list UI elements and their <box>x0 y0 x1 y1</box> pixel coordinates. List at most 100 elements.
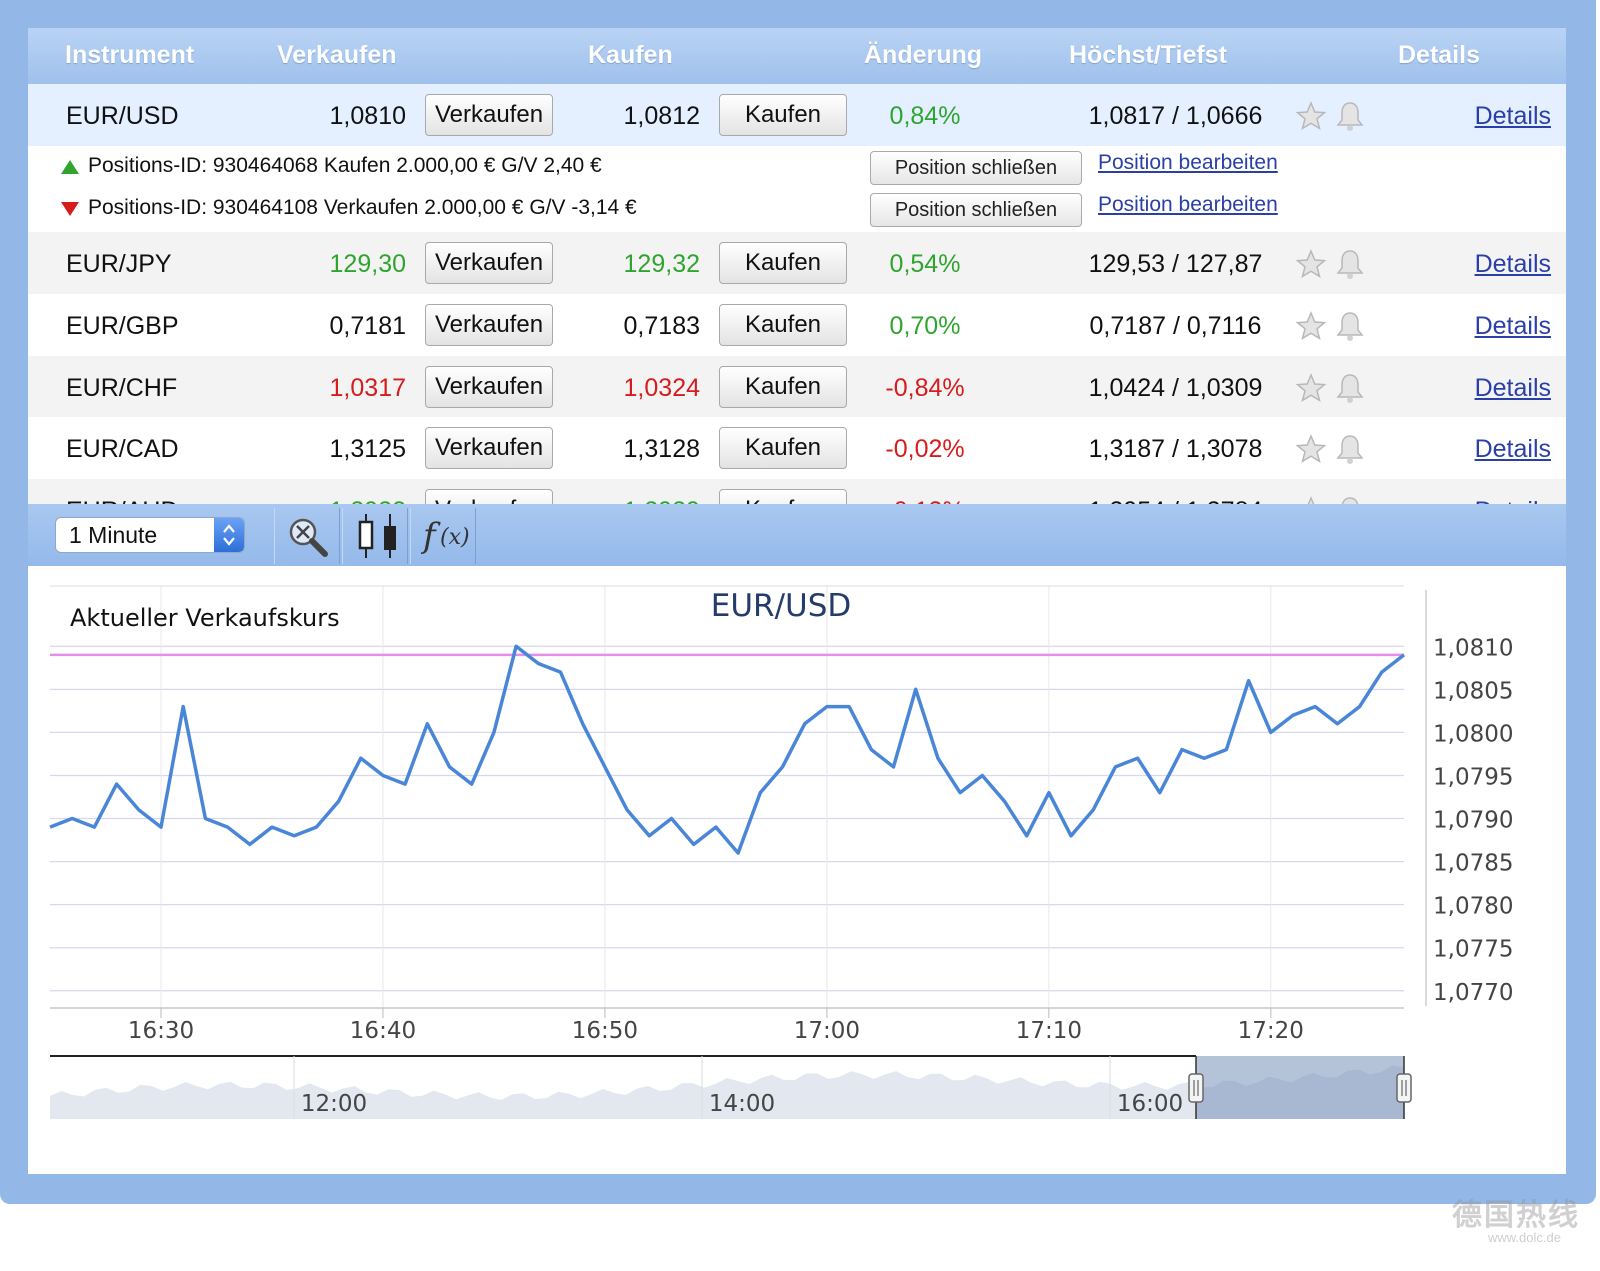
sell-price: 1,0810 <box>329 102 406 130</box>
svg-text:(x): (x) <box>440 525 470 550</box>
star-icon[interactable] <box>1295 433 1327 465</box>
y-tick-label: 1,0780 <box>1433 894 1513 920</box>
instrument-name: EUR/CAD <box>66 435 179 463</box>
details-link[interactable]: Details <box>1475 312 1551 341</box>
star-icon[interactable] <box>1295 248 1327 280</box>
sell-button[interactable]: Verkaufen <box>425 304 553 346</box>
high-low-value: 1,0424 / 1,0309 <box>1088 374 1263 402</box>
edit-position-link[interactable]: Position bearbeiten <box>1098 151 1278 175</box>
chart-plot <box>49 644 1406 855</box>
current-price-label: Aktueller Verkaufskurs <box>70 604 340 632</box>
instrument-list[interactable]: EUR/USD 1,0810 Verkaufen 1,0812 Kaufen 0,84% 1… <box>28 84 1566 540</box>
header-buy: Kaufen <box>588 41 673 69</box>
header-sell: Verkaufen <box>277 41 397 69</box>
interval-value: 1 Minute <box>69 522 158 548</box>
navigator-tick-label: 12:00 <box>301 1091 367 1117</box>
buy-button[interactable]: Kaufen <box>719 242 847 284</box>
high-low-value: 129,53 / 127,87 <box>1088 250 1263 278</box>
bell-icon[interactable] <box>1334 310 1366 342</box>
star-icon[interactable] <box>1295 310 1327 342</box>
change-value: 0,70% <box>889 312 961 340</box>
instrument-name: EUR/CHF <box>66 374 178 402</box>
details-link[interactable]: Details <box>1475 102 1551 131</box>
table-row[interactable]: EUR/USD 1,0810 Verkaufen 1,0812 Kaufen 0,84% 1… <box>28 84 1566 147</box>
app-frame: Instrument Verkaufen Kaufen Änderung Höc… <box>0 0 1596 1204</box>
buy-button[interactable]: Kaufen <box>719 366 847 408</box>
y-tick-label: 1,0770 <box>1433 980 1513 1006</box>
drag-handle-body <box>1188 1073 1204 1103</box>
price-chart[interactable]: 1,0810 1,0805 1,0800 1,0795 1,0790 1,0785 1,07… <box>28 566 1566 1166</box>
header-instrument: Instrument <box>65 41 195 69</box>
star-icon[interactable] <box>1295 100 1327 132</box>
watermark-url: www.dolc.de <box>1488 1230 1561 1245</box>
drag-handle-body <box>1396 1073 1412 1103</box>
y-axis: 1,0810 1,0805 1,0800 1,0795 1,0790 1,0785 1,07… <box>1425 590 1513 1006</box>
sell-button[interactable]: Verkaufen <box>425 94 553 136</box>
table-row[interactable]: EUR/CAD 1,3125 Verkaufen 1,3128 Kaufen -0,02%… <box>28 417 1566 480</box>
zoom-button[interactable] <box>274 508 340 564</box>
buy-button[interactable]: Kaufen <box>719 94 847 136</box>
position-info: Positions-ID: 930464108 Verkaufen 2.000,… <box>88 196 637 219</box>
table-row[interactable]: EUR/JPY 129,30 Verkaufen 129,32 Kaufen 0,54% 1… <box>28 232 1566 295</box>
buy-button[interactable]: Kaufen <box>719 304 847 346</box>
high-low-value: 1,0817 / 1,0666 <box>1088 102 1263 130</box>
star-icon[interactable] <box>1295 372 1327 404</box>
candlestick-button[interactable] <box>342 508 408 564</box>
updown-arrows-icon <box>214 518 244 552</box>
instrument-name: EUR/GBP <box>66 312 179 340</box>
y-tick-label: 1,0795 <box>1433 764 1513 790</box>
x-tick-label: 17:10 <box>1016 1018 1082 1044</box>
function-icon: f (x) <box>420 516 470 556</box>
high-low-value: 1,3187 / 1,3078 <box>1088 435 1263 463</box>
y-tick-label: 1,0810 <box>1433 635 1513 661</box>
chart-toolbar: 1 Minute f (x) <box>28 504 1566 566</box>
table-row[interactable]: EUR/CHF 1,0317 Verkaufen 1,0324 Kaufen -0,84%… <box>28 356 1566 419</box>
buy-price: 0,7183 <box>623 312 700 340</box>
buy-price: 1,3128 <box>623 435 700 463</box>
navigator-tick-label: 16:00 <box>1117 1091 1183 1117</box>
x-tick-label: 16:30 <box>128 1018 194 1044</box>
position-row: Positions-ID: 930464068 Kaufen 2.000,00 … <box>28 146 1566 188</box>
y-tick-label: 1,0800 <box>1433 721 1513 747</box>
bell-icon[interactable] <box>1334 433 1366 465</box>
x-tick-label: 16:40 <box>350 1018 416 1044</box>
chart-title: EUR/USD <box>711 588 852 624</box>
y-tick-label: 1,0805 <box>1433 678 1513 704</box>
header-high-low: Höchst/Tiefst <box>1069 41 1227 69</box>
header-change: Änderung <box>864 41 983 69</box>
interval-select[interactable]: 1 Minute <box>55 517 245 553</box>
navigator-tick-label: 14:00 <box>709 1091 775 1117</box>
close-position-button[interactable]: Position schließen <box>870 193 1082 227</box>
bell-icon[interactable] <box>1334 100 1366 132</box>
sell-button[interactable]: Verkaufen <box>425 427 553 469</box>
sell-price: 1,0317 <box>329 374 406 402</box>
bell-icon[interactable] <box>1334 248 1366 280</box>
change-value: -0,84% <box>885 374 965 402</box>
candlestick-icon <box>358 514 396 558</box>
drag-handle-icon[interactable] <box>1188 1073 1204 1103</box>
details-link[interactable]: Details <box>1475 374 1551 403</box>
edit-position-link[interactable]: Position bearbeiten <box>1098 193 1278 217</box>
svg-text:f: f <box>420 516 441 556</box>
sell-price: 1,3125 <box>329 435 406 463</box>
table-row[interactable]: EUR/GBP 0,7181 Verkaufen 0,7183 Kaufen 0,70% 0… <box>28 294 1566 357</box>
close-position-button[interactable]: Position schließen <box>870 151 1082 185</box>
x-tick-label: 17:00 <box>794 1018 860 1044</box>
buy-button[interactable]: Kaufen <box>719 427 847 469</box>
x-axis: 16:30 16:40 16:50 17:00 17:10 17:20 <box>50 1007 1404 1044</box>
details-link[interactable]: Details <box>1475 435 1551 464</box>
table-header: Instrument Verkaufen Kaufen Änderung Höc… <box>28 28 1566 84</box>
details-link[interactable]: Details <box>1475 250 1551 279</box>
y-tick-label: 1,0785 <box>1433 851 1513 877</box>
sell-button[interactable]: Verkaufen <box>425 242 553 284</box>
bell-icon[interactable] <box>1334 372 1366 404</box>
sell-price: 0,7181 <box>329 312 406 340</box>
triangle-up-icon <box>61 160 79 174</box>
buy-price: 1,0812 <box>623 102 700 130</box>
function-button[interactable]: f (x) <box>410 508 476 564</box>
trading-panel: Instrument Verkaufen Kaufen Änderung Höc… <box>28 28 1566 1174</box>
buy-price: 129,32 <box>623 250 700 278</box>
sell-button[interactable]: Verkaufen <box>425 366 553 408</box>
drag-handle-icon[interactable] <box>1396 1073 1412 1103</box>
position-info: Positions-ID: 930464068 Kaufen 2.000,00 … <box>88 154 602 177</box>
